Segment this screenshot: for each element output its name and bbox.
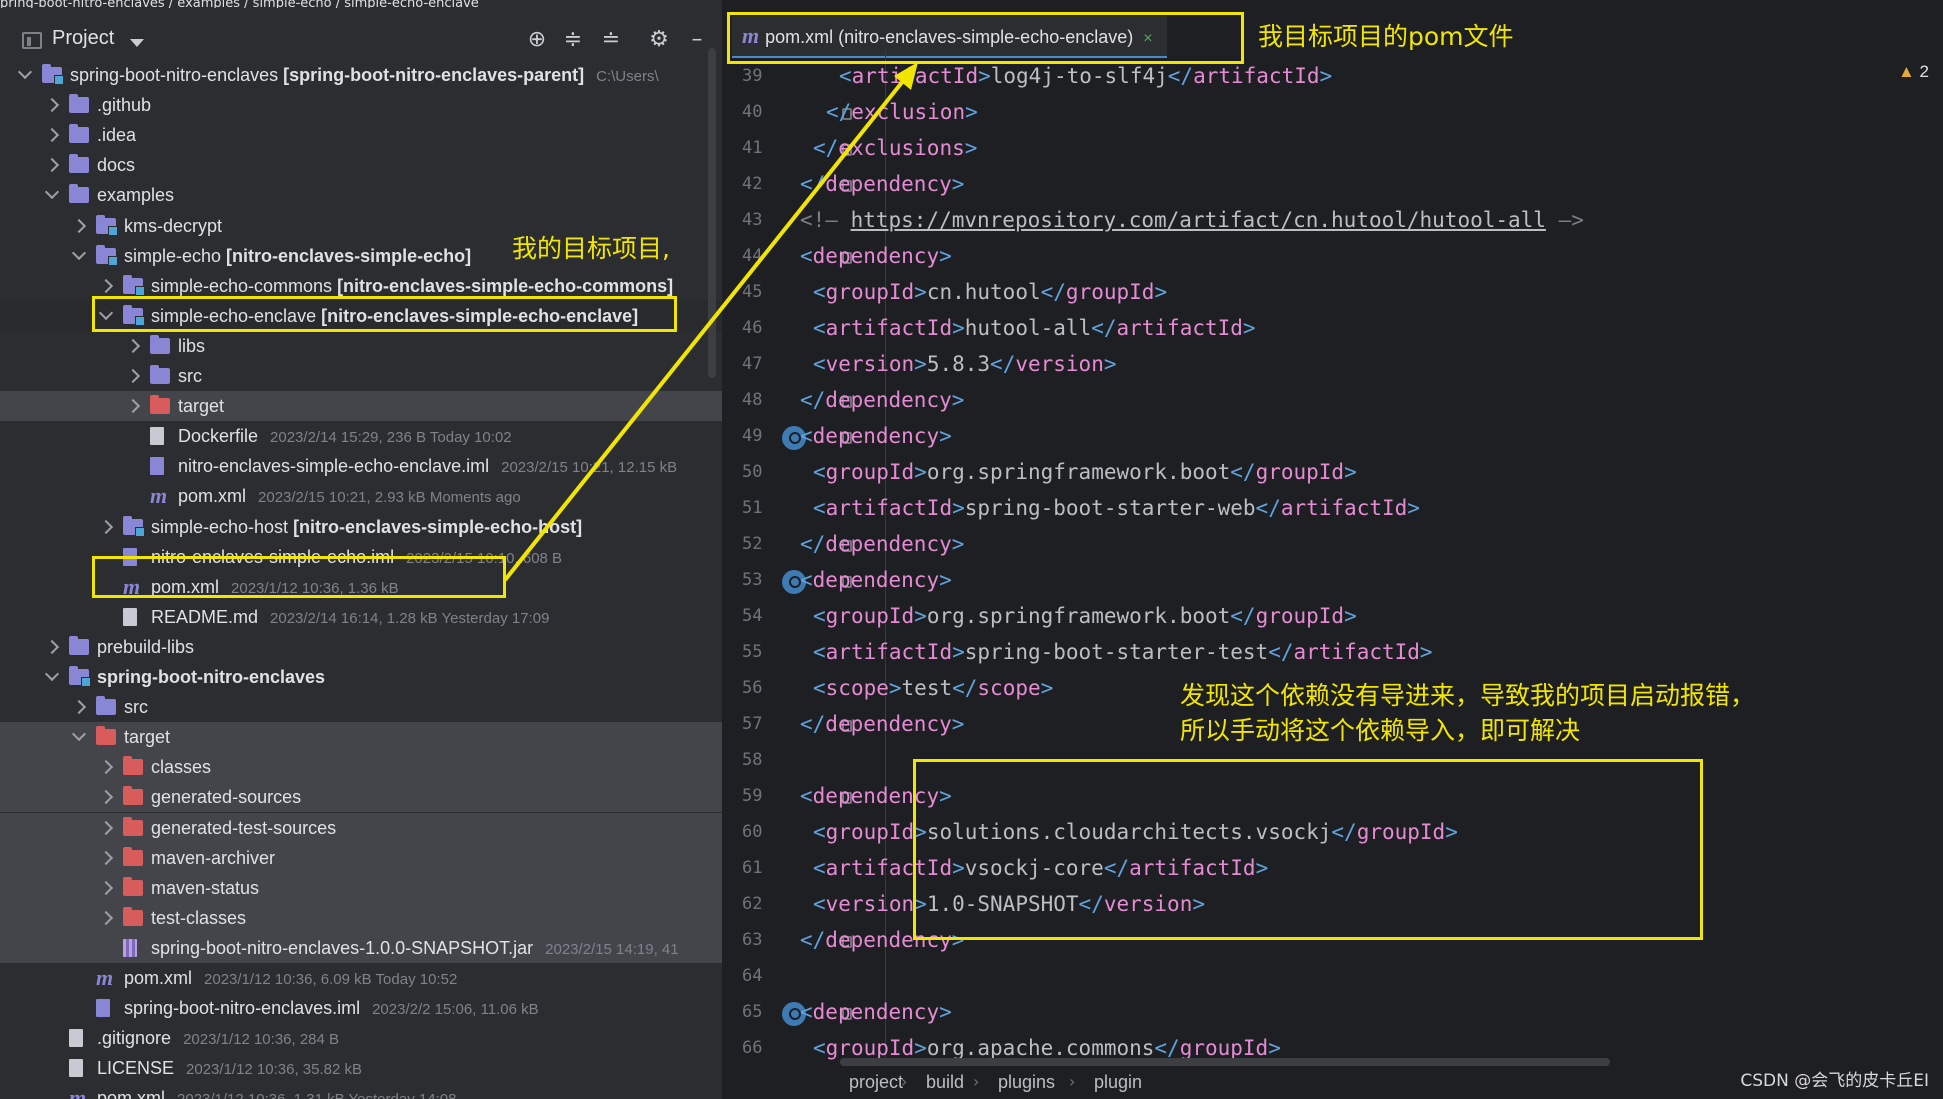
- annotation-fix-line1: 发现这个依赖没有导进来，导致我的项目启动报错，: [1180, 681, 1756, 710]
- annotation-fix-line2: 所以手动将这个依赖导入，即可解决: [1180, 716, 1581, 745]
- highlight-box-pom-file: [92, 556, 506, 598]
- highlight-box-dependency: [913, 759, 1703, 940]
- annotation-target-project: 我的目标项目,: [512, 234, 670, 263]
- highlight-box-editor-tab: [727, 12, 1244, 64]
- watermark: CSDN @会飞的皮卡丘EI: [1740, 1071, 1929, 1091]
- annotation-target-pom: 我目标项目的pom文件: [1258, 22, 1514, 51]
- highlight-box-enclave-module: [92, 296, 677, 332]
